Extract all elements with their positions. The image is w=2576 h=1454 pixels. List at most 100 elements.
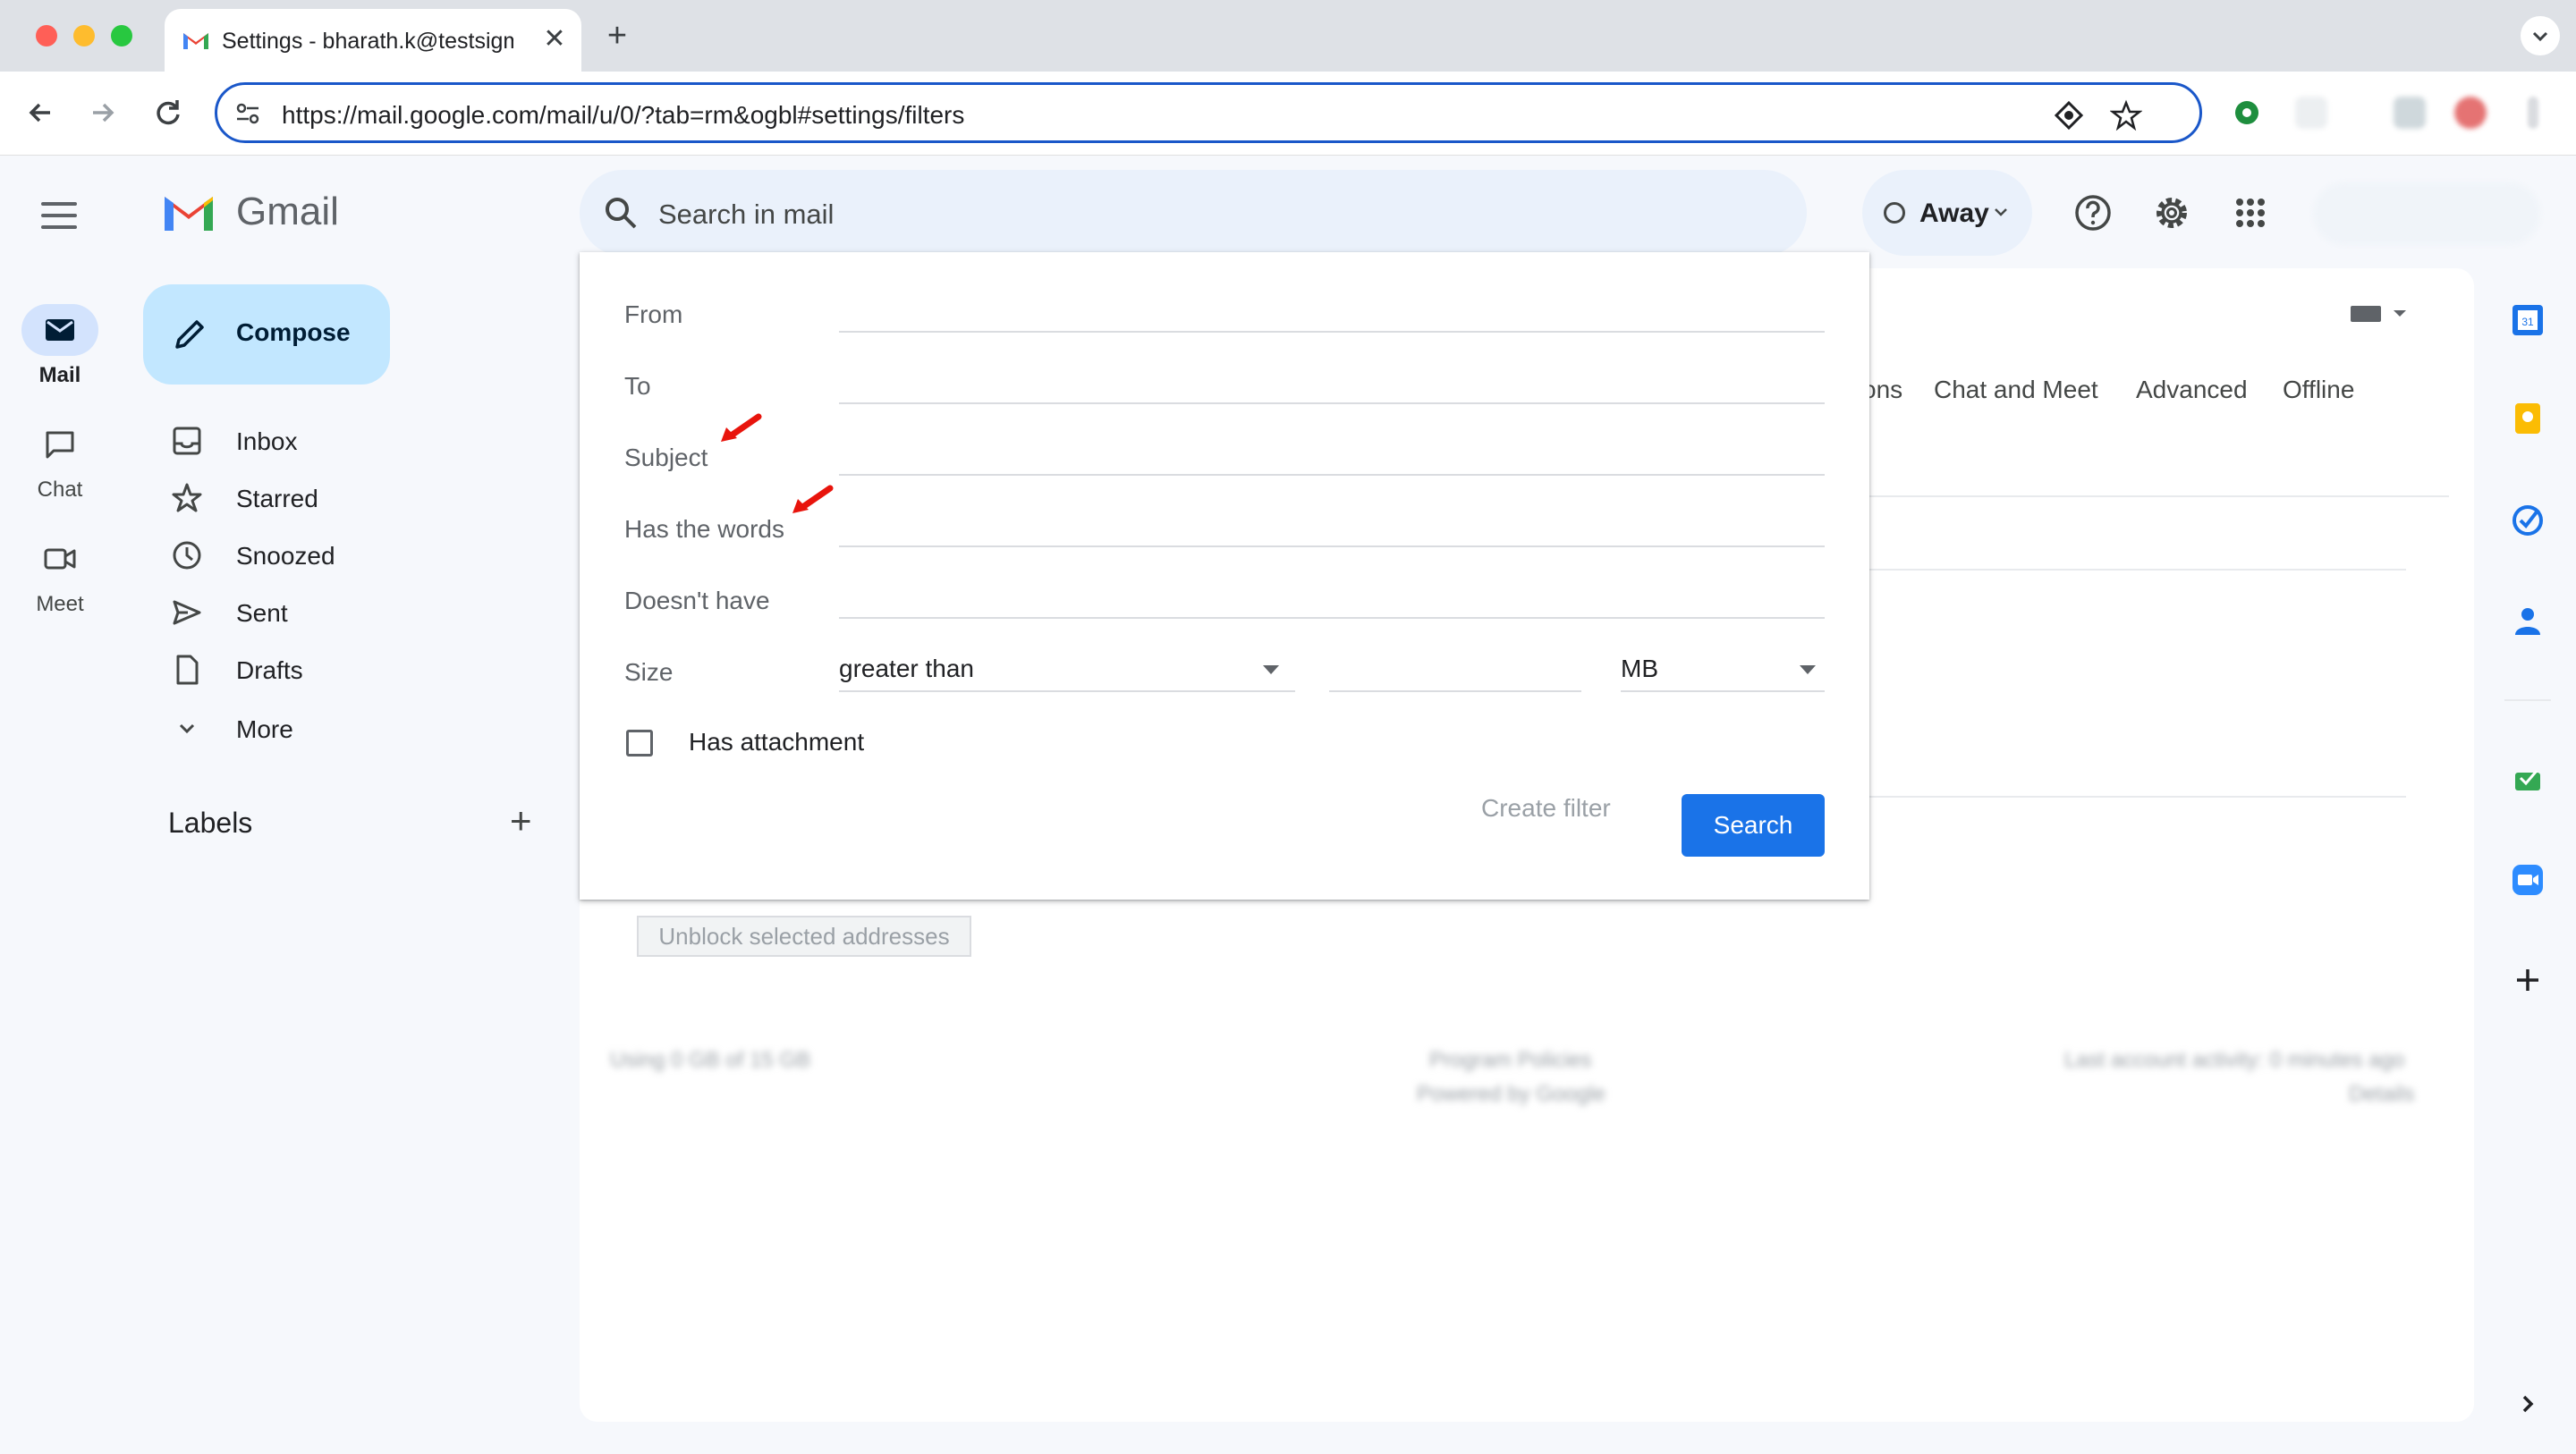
tab-chat-and-meet[interactable]: Chat and Meet — [1934, 376, 2098, 404]
advanced-search-dropdown: From To Subject Has the words Doesn't ha… — [580, 252, 1869, 900]
addon-icon[interactable] — [2510, 760, 2546, 796]
unblock-selected-button[interactable]: Unblock selected addresses — [637, 916, 971, 957]
site-info-icon[interactable] — [233, 99, 262, 128]
size-operator-select[interactable]: greater than — [839, 651, 1295, 692]
size-label: Size — [624, 658, 674, 686]
nav-item-starred[interactable]: Starred — [170, 476, 528, 520]
svg-text:31: 31 — [2521, 316, 2534, 328]
doesnt-have-label: Doesn't have — [624, 587, 770, 614]
nav-item-drafts[interactable]: Drafts — [170, 647, 528, 692]
rail-item-chat[interactable]: Chat — [0, 418, 120, 517]
nav-item-inbox[interactable]: Inbox — [170, 418, 528, 463]
rail-label: Mail — [38, 363, 81, 387]
search-icon[interactable] — [601, 193, 640, 232]
search-button[interactable]: Search — [1682, 794, 1825, 857]
from-field[interactable] — [839, 331, 1825, 333]
gmail-wordmark[interactable]: Gmail — [236, 190, 339, 234]
new-tab-button[interactable]: + — [597, 16, 637, 55]
chevron-down-icon — [2532, 31, 2548, 42]
reload-icon[interactable] — [147, 91, 190, 134]
nav-item-more[interactable]: More — [170, 706, 528, 751]
dropdown-caret-icon — [1263, 665, 1279, 674]
draft-icon — [176, 655, 199, 685]
last-activity: Last account activity: 0 minutes ago — [2064, 1048, 2405, 1072]
keyboard-icon[interactable] — [2349, 302, 2411, 325]
rail-pill — [21, 418, 98, 470]
details-link[interactable]: Details — [2349, 1082, 2414, 1107]
rail-item-meet[interactable]: Meet — [0, 533, 120, 631]
zoom-addon-icon[interactable] — [2510, 862, 2546, 898]
main-menu-icon[interactable] — [41, 202, 77, 229]
has-words-field[interactable] — [839, 545, 1825, 547]
program-policies-link[interactable]: Program Policies — [1429, 1048, 1591, 1073]
profile-avatar[interactable] — [2454, 97, 2487, 129]
chevron-down-icon — [1995, 208, 2007, 216]
window-close-button[interactable] — [36, 25, 57, 46]
to-label: To — [624, 372, 651, 400]
nav-item-sent[interactable]: Sent — [170, 590, 528, 635]
tab-advanced[interactable]: Advanced — [2136, 376, 2248, 404]
subject-field[interactable] — [839, 474, 1825, 476]
divider — [1869, 796, 2406, 798]
window-minimize-button[interactable] — [73, 25, 95, 46]
rail-pill — [21, 533, 98, 585]
browser-tab-settings[interactable]: Settings - bharath.k@testsigma.com ✕ — [165, 9, 581, 72]
gmail-logo-icon[interactable] — [161, 190, 216, 234]
address-bar[interactable]: https://mail.google.com/mail/u/0/?tab=rm… — [215, 82, 2202, 143]
keep-icon[interactable] — [2510, 401, 2546, 436]
back-icon[interactable] — [20, 91, 63, 134]
nav-item-snoozed[interactable]: Snoozed — [170, 533, 528, 578]
clock-icon — [173, 541, 201, 570]
doesnt-have-field[interactable] — [839, 617, 1825, 619]
extension-icon[interactable] — [2394, 97, 2426, 129]
status-selector[interactable]: Away — [1862, 170, 2032, 256]
tab-offline[interactable]: Offline — [2283, 376, 2354, 404]
browser-tab-bar: Settings - bharath.k@testsigma.com ✕ + — [0, 0, 2576, 72]
nav-label: Sent — [236, 599, 288, 627]
tab-search-button[interactable] — [2521, 16, 2560, 55]
labels-heading: Labels — [168, 807, 253, 839]
divider — [2504, 699, 2551, 701]
has-attachment-checkbox[interactable] — [626, 730, 653, 757]
help-icon[interactable] — [2072, 191, 2114, 234]
chevron-right-icon[interactable] — [2510, 1386, 2546, 1422]
size-unit-select[interactable]: MB — [1621, 651, 1825, 692]
rail-item-mail[interactable]: Mail — [0, 304, 120, 402]
extension-icon[interactable] — [2295, 97, 2327, 129]
tasks-icon[interactable] — [2510, 503, 2546, 538]
status-indicator-icon — [1884, 202, 1905, 224]
search-input[interactable]: Search in mail — [658, 199, 834, 231]
compose-button[interactable]: Compose — [143, 284, 390, 385]
storage-usage: Using 0 GB of 15 GB — [610, 1048, 811, 1072]
get-addons-plus-icon[interactable] — [2510, 962, 2546, 998]
mail-icon — [46, 319, 74, 341]
add-label-button[interactable]: + — [510, 802, 532, 840]
bookmark-star-icon[interactable] — [2110, 99, 2142, 131]
calendar-icon[interactable]: 31 — [2510, 302, 2546, 338]
settings-gear-icon[interactable] — [2150, 191, 2193, 234]
tab-title: Settings - bharath.k@testsigma.com — [222, 29, 513, 54]
rail-label: Meet — [36, 592, 84, 616]
divider — [1869, 569, 2406, 571]
create-filter-button[interactable]: Create filter — [1481, 794, 1611, 823]
from-label: From — [624, 300, 683, 328]
forward-icon[interactable] — [80, 91, 123, 134]
tab-close-icon[interactable]: ✕ — [537, 21, 572, 57]
nav-label: More — [236, 715, 293, 743]
status-label: Away — [1919, 199, 1989, 228]
browser-menu-icon[interactable] — [2528, 97, 2538, 129]
account-switcher[interactable] — [2313, 182, 2540, 245]
has-attachment-label[interactable]: Has attachment — [689, 728, 864, 757]
divider — [1869, 495, 2449, 497]
window-zoom-button[interactable] — [111, 25, 132, 46]
size-value-input[interactable] — [1329, 651, 1581, 692]
search-bar[interactable]: Search in mail — [580, 170, 1807, 256]
apps-grid-icon[interactable] — [2229, 191, 2272, 234]
to-field[interactable] — [839, 402, 1825, 404]
google-lens-icon[interactable] — [2053, 99, 2085, 131]
extension-gear-icon[interactable] — [2231, 97, 2263, 129]
contacts-icon[interactable] — [2510, 603, 2546, 638]
nav-label: Inbox — [236, 427, 298, 455]
annotation-arrow-icon — [721, 413, 762, 442]
send-icon — [173, 600, 201, 625]
